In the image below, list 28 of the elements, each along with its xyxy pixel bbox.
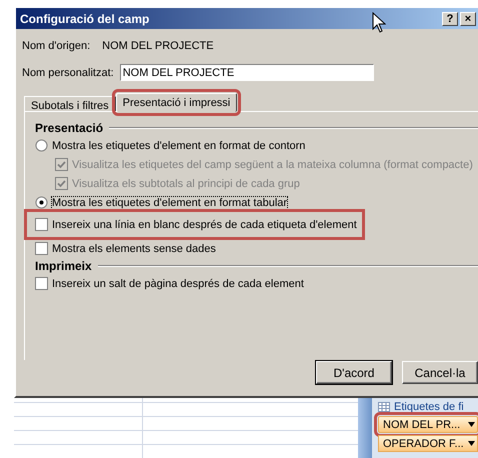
- name-input[interactable]: NOM DEL PROJECTE: [120, 64, 374, 81]
- help-button[interactable]: ?: [442, 12, 458, 26]
- radio-button[interactable]: [35, 139, 48, 152]
- window-title: Configuració del camp: [20, 12, 150, 26]
- field-value: NOM DEL PROJECTE: [102, 40, 214, 52]
- option-label[interactable]: Insereix un salt de pàgina després de cada element: [52, 278, 304, 290]
- option-label[interactable]: Mostra les etiquetes d'element en format tabular: [52, 196, 288, 208]
- field-label: Nom d'origen:: [22, 40, 90, 52]
- checkbox[interactable]: [35, 242, 48, 255]
- field-button[interactable]: OPERADOR F...: [378, 435, 478, 452]
- tab[interactable]: Subotals i filtres: [24, 96, 116, 111]
- close-button[interactable]: ×: [460, 12, 476, 26]
- mouse-cursor-icon: [372, 12, 386, 33]
- option-label[interactable]: Mostra les etiquetes d'element en format de contorn: [52, 140, 306, 152]
- field-label: Nom personalitzat:: [22, 66, 114, 78]
- option-label[interactable]: Insereix una línia en blanc després de cada etiqueta d'element: [52, 218, 357, 230]
- panel-heading: Etiquetes de fi: [394, 401, 464, 413]
- grid-icon: [378, 402, 390, 412]
- section-heading: Presentació: [35, 121, 104, 135]
- cancel-button[interactable]: Cancel·la: [402, 361, 478, 384]
- ok-button[interactable]: D'acord: [316, 361, 392, 384]
- radio-button[interactable]: [35, 196, 48, 209]
- checkbox[interactable]: [35, 277, 48, 290]
- checkbox[interactable]: [35, 218, 48, 231]
- section-heading: Imprimeix: [35, 259, 92, 273]
- option-label[interactable]: Mostra els elements sense dades: [52, 242, 216, 254]
- caret-icon: [468, 422, 475, 427]
- caret-icon: [468, 441, 475, 446]
